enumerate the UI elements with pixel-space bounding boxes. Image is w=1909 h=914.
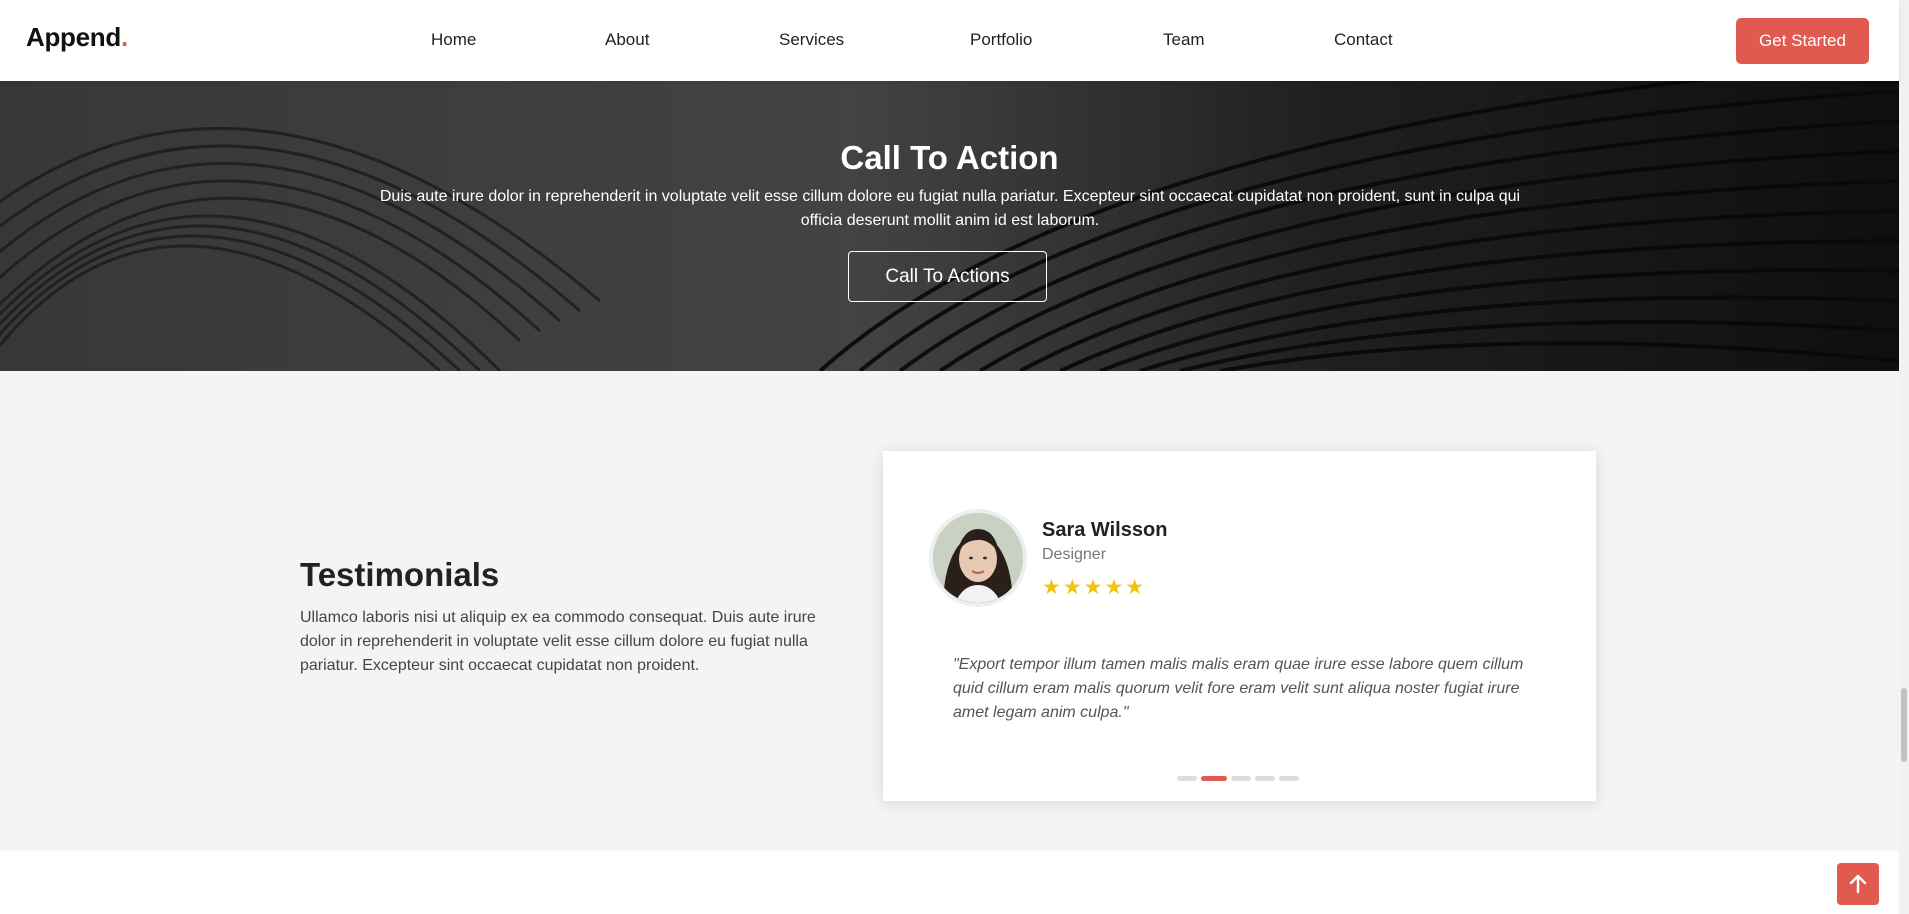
pagination-dot-active[interactable] [1201,776,1227,781]
testimonials-description: Ullamco laboris nisi ut aliquip ex ea co… [300,609,816,674]
call-to-actions-button[interactable]: Call To Actions [848,251,1047,302]
carousel-pagination [1177,776,1303,782]
scrollbar-thumb[interactable] [1901,688,1907,762]
call-to-action-section: Call To Action Duis aute irure dolor in … [0,81,1899,371]
page-scrollbar[interactable] [1899,0,1909,914]
logo-text: Append [26,22,121,52]
site-header: Append. Home About Services Portfolio Te… [0,0,1899,81]
testimonials-title: Testimonials [300,556,500,593]
testimonial-card: Sara Wilsson Designer ★★★★★ "Export temp… [883,451,1596,801]
nav-contact[interactable]: Contact [1334,30,1393,50]
nav-home[interactable]: Home [431,30,476,50]
logo[interactable]: Append. [26,22,128,53]
pagination-dot[interactable] [1279,776,1299,781]
nav-portfolio[interactable]: Portfolio [970,30,1032,50]
nav-about[interactable]: About [605,30,649,50]
back-to-top-button[interactable] [1837,863,1879,905]
pagination-dot[interactable] [1177,776,1197,781]
person-photo [933,513,1023,603]
pagination-dot[interactable] [1231,776,1251,781]
testimonial-quote: "Export tempor illum tamen malis malis e… [953,656,1524,721]
person-role: Designer [1042,546,1107,563]
arrow-up-icon [1849,874,1867,894]
person-name: Sara Wilsson [1042,519,1168,541]
logo-dot: . [120,22,128,52]
get-started-button[interactable]: Get Started [1736,18,1869,64]
avatar [929,509,1027,607]
pagination-dot[interactable] [1255,776,1275,781]
nav-team[interactable]: Team [1163,30,1205,50]
nav-services[interactable]: Services [779,30,844,50]
cta-text: Duis aute irure dolor in reprehenderit i… [379,188,1521,229]
cta-title: Call To Action [840,139,1059,176]
testimonials-section: Testimonials Ullamco laboris nisi ut ali… [0,371,1899,851]
star-rating: ★★★★★ [1042,576,1147,599]
